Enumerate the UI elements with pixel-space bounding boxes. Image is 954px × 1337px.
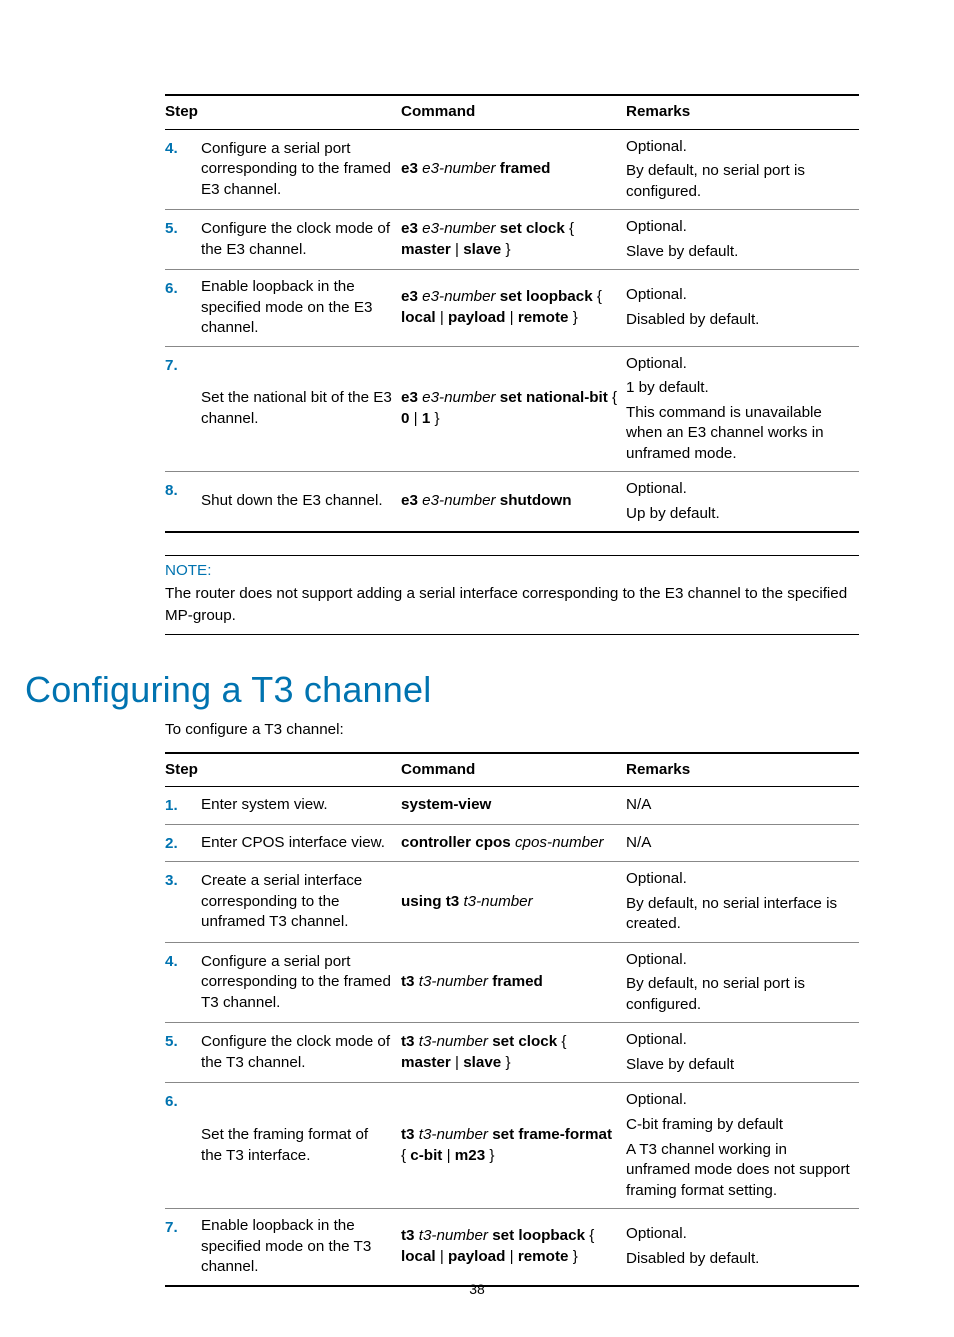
table-row: 7.Set the national bit of the E3 channel… — [165, 346, 859, 472]
step-number: 5. — [165, 1023, 201, 1083]
command-cell: t3 t3-number set frame-format { c-bit | … — [401, 1083, 626, 1209]
step-number: 4. — [165, 129, 201, 210]
remarks-cell: Optional.Slave by default. — [626, 210, 859, 270]
step-description: Set the framing format of the T3 interfa… — [201, 1083, 401, 1209]
remarks-cell: Optional.By default, no serial port is c… — [626, 129, 859, 210]
step-description: Configure a serial port corresponding to… — [201, 129, 401, 210]
table-row: 4.Configure a serial port corresponding … — [165, 129, 859, 210]
step-description: Enable loopback in the specified mode on… — [201, 270, 401, 347]
table-row: 6.Enable loopback in the specified mode … — [165, 270, 859, 347]
command-cell: t3 t3-number set clock { master | slave … — [401, 1023, 626, 1083]
table-row: 1.Enter system view.system-viewN/A — [165, 787, 859, 825]
col-header-command: Command — [401, 95, 626, 129]
command-cell: e3 e3-number set loopback { local | payl… — [401, 270, 626, 347]
remarks-cell: Optional.Disabled by default. — [626, 270, 859, 347]
remarks-cell: N/A — [626, 824, 859, 862]
command-cell: controller cpos cpos-number — [401, 824, 626, 862]
step-number: 6. — [165, 1083, 201, 1209]
step-number: 6. — [165, 270, 201, 347]
command-cell: t3 t3-number framed — [401, 942, 626, 1023]
step-number: 5. — [165, 210, 201, 270]
t3-steps-table: Step Command Remarks 1.Enter system view… — [165, 752, 859, 1287]
step-description: Configure the clock mode of the T3 chann… — [201, 1023, 401, 1083]
step-description: Enable loopback in the specified mode on… — [201, 1209, 401, 1286]
step-number: 7. — [165, 346, 201, 472]
col-header-step: Step — [165, 753, 401, 787]
note-text: The router does not support adding a ser… — [165, 583, 859, 626]
table-row: 8.Shut down the E3 channel.e3 e3-number … — [165, 472, 859, 533]
step-description: Configure the clock mode of the E3 chann… — [201, 210, 401, 270]
col-header-remarks: Remarks — [626, 95, 859, 129]
command-cell: e3 e3-number set clock { master | slave … — [401, 210, 626, 270]
remarks-cell: N/A — [626, 787, 859, 825]
step-description: Enter CPOS interface view. — [201, 824, 401, 862]
table-row: 5.Configure the clock mode of the T3 cha… — [165, 1023, 859, 1083]
step-number: 8. — [165, 472, 201, 533]
step-number: 3. — [165, 862, 201, 943]
remarks-cell: Optional.By default, no serial interface… — [626, 862, 859, 943]
table-row: 5.Configure the clock mode of the E3 cha… — [165, 210, 859, 270]
command-cell: e3 e3-number shutdown — [401, 472, 626, 533]
lead-text: To configure a T3 channel: — [165, 721, 859, 738]
step-number: 7. — [165, 1209, 201, 1286]
col-header-command: Command — [401, 753, 626, 787]
command-cell: e3 e3-number set national-bit { 0 | 1 } — [401, 346, 626, 472]
col-header-step: Step — [165, 95, 401, 129]
step-number: 1. — [165, 787, 201, 825]
t3-steps-body: 1.Enter system view.system-viewN/A2.Ente… — [165, 787, 859, 1286]
remarks-cell: Optional.By default, no serial port is c… — [626, 942, 859, 1023]
step-number: 2. — [165, 824, 201, 862]
col-header-remarks: Remarks — [626, 753, 859, 787]
section-heading: Configuring a T3 channel — [25, 669, 859, 711]
command-cell: using t3 t3-number — [401, 862, 626, 943]
e3-steps-table: Step Command Remarks 4.Configure a seria… — [165, 94, 859, 533]
step-description: Enter system view. — [201, 787, 401, 825]
remarks-cell: Optional.1 by default.This command is un… — [626, 346, 859, 472]
table-row: 6.Set the framing format of the T3 inter… — [165, 1083, 859, 1209]
table-row: 7.Enable loopback in the specified mode … — [165, 1209, 859, 1286]
command-cell: t3 t3-number set loopback { local | payl… — [401, 1209, 626, 1286]
step-description: Set the national bit of the E3 channel. — [201, 346, 401, 472]
note-label: NOTE: — [165, 562, 859, 579]
command-cell: e3 e3-number framed — [401, 129, 626, 210]
remarks-cell: Optional.Slave by default — [626, 1023, 859, 1083]
e3-steps-body: 4.Configure a serial port corresponding … — [165, 129, 859, 532]
remarks-cell: Optional.C-bit framing by defaultA T3 ch… — [626, 1083, 859, 1209]
step-description: Shut down the E3 channel. — [201, 472, 401, 533]
table-row: 4.Configure a serial port corresponding … — [165, 942, 859, 1023]
step-number: 4. — [165, 942, 201, 1023]
remarks-cell: Optional.Disabled by default. — [626, 1209, 859, 1286]
command-cell: system-view — [401, 787, 626, 825]
table-row: 3.Create a serial interface correspondin… — [165, 862, 859, 943]
page-number: 38 — [0, 1281, 954, 1297]
remarks-cell: Optional.Up by default. — [626, 472, 859, 533]
step-description: Create a serial interface corresponding … — [201, 862, 401, 943]
step-description: Configure a serial port corresponding to… — [201, 942, 401, 1023]
note-box: NOTE: The router does not support adding… — [165, 555, 859, 635]
table-row: 2.Enter CPOS interface view.controller c… — [165, 824, 859, 862]
